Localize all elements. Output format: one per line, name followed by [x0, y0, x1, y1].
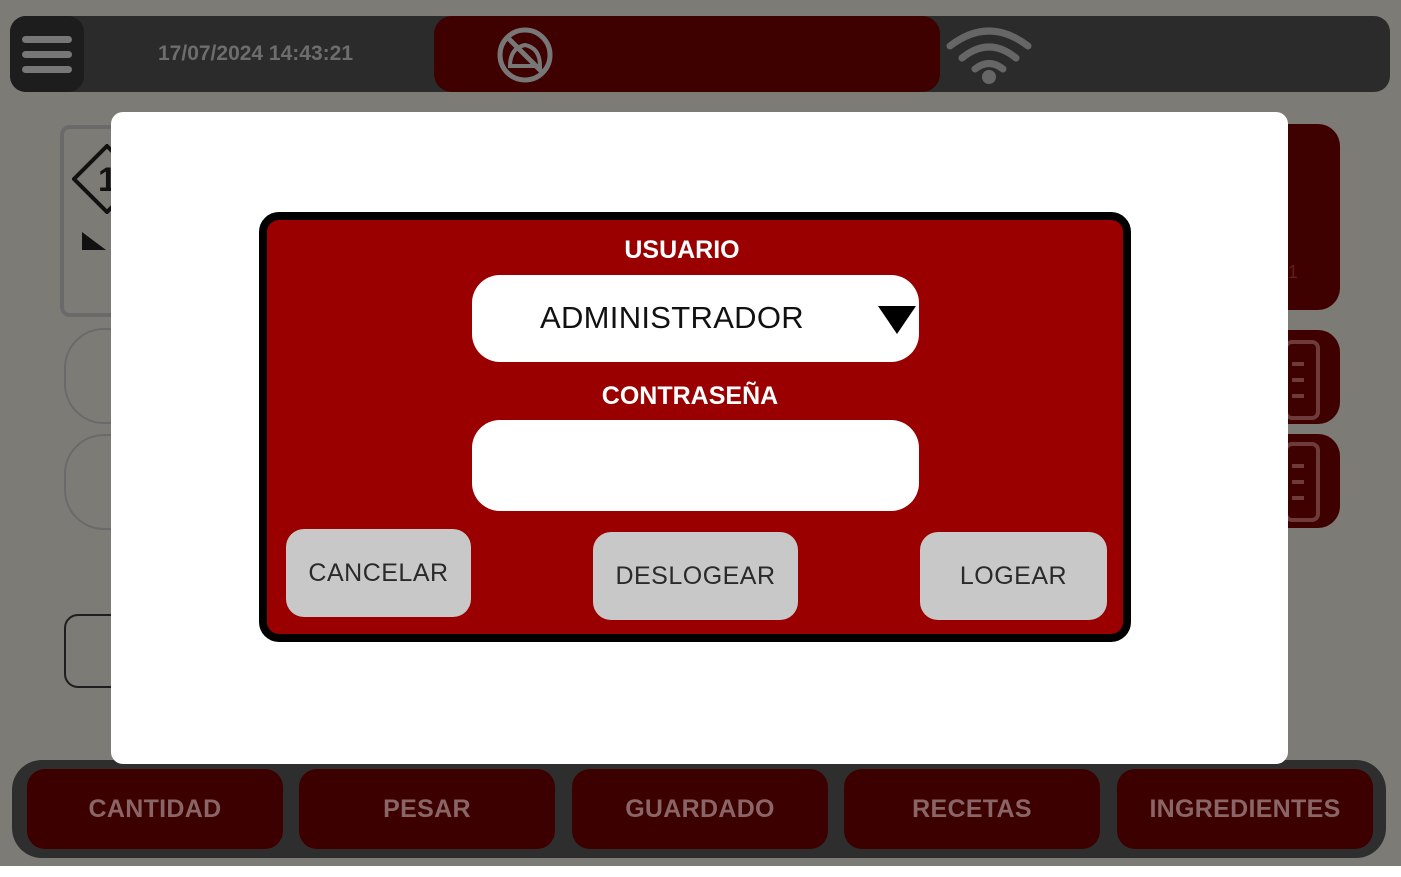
triangle-marker-icon: [82, 232, 106, 250]
background-right-text: 1: [1288, 262, 1299, 282]
nav-recetas[interactable]: RECETAS: [844, 769, 1100, 849]
login-button[interactable]: LOGEAR: [920, 532, 1107, 620]
bottom-strip: [0, 866, 1401, 877]
menu-icon-line: [22, 51, 72, 58]
menu-button[interactable]: [10, 16, 84, 92]
clipboard-icon: [1284, 442, 1320, 522]
logout-button[interactable]: DESLOGEAR: [593, 532, 798, 620]
password-input[interactable]: [472, 420, 919, 511]
dropdown-arrow-icon[interactable]: [878, 306, 916, 334]
wifi-icon: [946, 27, 1032, 84]
nav-pesar[interactable]: PESAR: [299, 769, 555, 849]
datetime-display: 17/07/2024 14:43:21: [158, 42, 353, 65]
user-label: USUARIO: [624, 236, 740, 264]
alarm-off-icon: [497, 27, 553, 83]
nav-guardado[interactable]: GUARDADO: [572, 769, 828, 849]
clipboard-icon: [1284, 340, 1320, 420]
user-select-value: ADMINISTRADOR: [540, 300, 804, 335]
password-label: CONTRASEÑA: [601, 382, 779, 410]
menu-icon-line: [22, 36, 72, 43]
cancel-button[interactable]: CANCELAR: [286, 529, 471, 617]
nav-cantidad[interactable]: CANTIDAD: [27, 769, 283, 849]
menu-icon-line: [22, 66, 72, 73]
nav-ingredientes[interactable]: INGREDIENTES: [1117, 769, 1373, 849]
